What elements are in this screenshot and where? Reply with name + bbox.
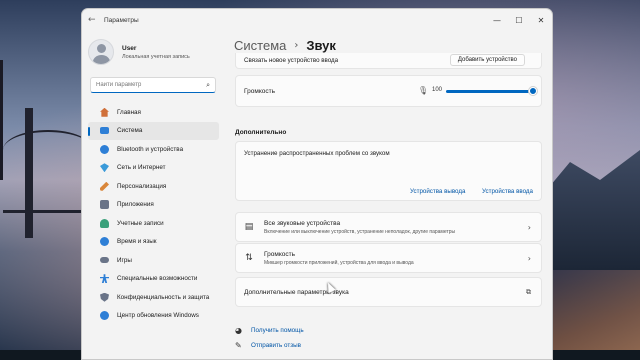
sidebar-item-label: Система: [117, 127, 143, 135]
sidebar-item-system[interactable]: Система: [88, 121, 219, 140]
troubleshoot-output-link[interactable]: Устройства вывода: [410, 188, 465, 195]
send-feedback-label: Отправить отзыв: [251, 342, 301, 349]
devices-icon: ▤: [244, 222, 254, 232]
settings-window: ← Параметры — ☐ ✕ User Локальная учетная…: [81, 8, 553, 360]
volume-slider[interactable]: [446, 87, 537, 95]
page-title: Звук: [306, 37, 336, 53]
wallpaper-road: [540, 270, 640, 360]
sidebar-item-gaming[interactable]: Игры: [88, 251, 219, 270]
minimize-icon[interactable]: —: [486, 9, 508, 31]
section-advanced-title: Дополнительно: [235, 129, 287, 136]
sidebar: User Локальная учетная запись ⌕ Главная …: [82, 31, 222, 359]
sidebar-item-label: Приложения: [117, 201, 154, 209]
search-box[interactable]: ⌕: [90, 77, 216, 93]
search-input[interactable]: [96, 82, 207, 88]
sidebar-item-apps[interactable]: Приложения: [88, 196, 219, 215]
more-sound-settings-row[interactable]: Дополнительные параметры звука ⧉: [235, 277, 542, 307]
sidebar-nav: Главная Система Bluetooth и устройства С…: [82, 103, 222, 325]
wallpaper-bridge: [0, 60, 93, 238]
sidebar-item-time-language[interactable]: Время и язык: [88, 233, 219, 252]
get-help-link[interactable]: ◕ Получить помощь: [235, 326, 304, 335]
all-devices-title: Все звуковые устройства: [264, 219, 341, 227]
troubleshoot-input-link[interactable]: Устройства ввода: [482, 188, 533, 195]
sidebar-item-home[interactable]: Главная: [88, 103, 219, 122]
brush-icon: [100, 181, 109, 191]
sidebar-item-label: Центр обновления Windows: [117, 312, 199, 320]
apps-icon: [100, 200, 109, 210]
mixer-title: Громкость: [264, 250, 295, 258]
close-icon[interactable]: ✕: [530, 9, 552, 31]
volume-mixer-row[interactable]: ⇅ Громкость Микшер громкости приложений,…: [235, 243, 542, 273]
add-device-button[interactable]: Добавить устройство: [449, 54, 525, 66]
feedback-icon: ✎: [235, 341, 242, 350]
sidebar-item-label: Bluetooth и устройства: [117, 145, 184, 153]
user-profile[interactable]: User Локальная учетная запись: [82, 31, 222, 73]
external-link-icon: ⧉: [526, 287, 531, 296]
breadcrumb-parent[interactable]: Система: [234, 38, 286, 53]
microphone-icon[interactable]: 🎙: [418, 86, 428, 95]
gamepad-icon: [100, 257, 109, 264]
sidebar-item-label: Игры: [117, 256, 132, 264]
home-icon: [100, 107, 109, 117]
network-icon: [100, 163, 109, 173]
title-bar: ← Параметры — ☐ ✕: [82, 9, 552, 31]
sidebar-item-personalization[interactable]: Персонализация: [88, 177, 219, 196]
mixer-subtitle: Микшер громкости приложений, устройства …: [264, 259, 414, 266]
chevron-right-icon: ›: [527, 253, 531, 263]
maximize-icon[interactable]: ☐: [508, 9, 530, 31]
sidebar-item-label: Главная: [117, 108, 141, 116]
sidebar-item-network[interactable]: Сеть и Интернет: [88, 159, 219, 178]
mixer-icon: ⇅: [245, 253, 253, 263]
sidebar-item-accounts[interactable]: Учетные записи: [88, 214, 219, 233]
sidebar-item-label: Специальные возможности: [117, 275, 198, 283]
get-help-label: Получить помощь: [251, 327, 304, 334]
sidebar-item-label: Сеть и Интернет: [117, 164, 166, 172]
troubleshoot-card: Устранение распространенных проблем со з…: [235, 141, 542, 201]
volume-label: Громкость: [244, 87, 275, 95]
send-feedback-link[interactable]: ✎ Отправить отзыв: [235, 341, 301, 350]
sidebar-item-windows-update[interactable]: Центр обновления Windows: [88, 307, 219, 326]
main-content: Система › Звук Связать новое устройство …: [232, 31, 552, 359]
sidebar-item-privacy[interactable]: Конфиденциальность и защита: [88, 288, 219, 307]
search-icon[interactable]: ⌕: [206, 81, 210, 90]
accessibility-icon: [100, 274, 109, 284]
sidebar-item-label: Персонализация: [117, 182, 167, 190]
breadcrumb-separator: ›: [294, 39, 299, 51]
troubleshoot-label: Устранение распространенных проблем со з…: [244, 150, 390, 157]
account-icon: [100, 218, 109, 228]
sidebar-item-label: Время и язык: [117, 238, 157, 246]
volume-slider-thumb[interactable]: [529, 87, 537, 95]
sidebar-item-label: Учетные записи: [117, 219, 164, 227]
all-sound-devices-row[interactable]: ▤ Все звуковые устройства Включение или …: [235, 212, 542, 242]
window-title: Параметры: [104, 16, 139, 24]
update-icon: [100, 311, 109, 321]
input-volume-row: Громкость 🎙 100: [235, 75, 542, 107]
sidebar-item-bluetooth[interactable]: Bluetooth и устройства: [88, 140, 219, 159]
sidebar-item-label: Конфиденциальность и защита: [117, 293, 210, 301]
bluetooth-icon: [100, 144, 109, 154]
chevron-right-icon: ›: [527, 222, 531, 232]
connect-input-label: Связать новое устройство ввода: [244, 57, 339, 64]
shield-icon: [100, 292, 109, 302]
connect-input-device-row: Связать новое устройство ввода Добавить …: [235, 53, 542, 69]
back-arrow-icon[interactable]: ←: [88, 15, 104, 25]
sidebar-item-accessibility[interactable]: Специальные возможности: [88, 270, 219, 289]
avatar: [88, 39, 114, 65]
user-name: User: [122, 44, 137, 52]
help-icon: ◕: [235, 326, 242, 335]
all-devices-subtitle: Включение или выключение устройств, устр…: [264, 228, 456, 235]
volume-value: 100: [432, 87, 443, 93]
user-account-type: Локальная учетная запись: [122, 53, 190, 60]
system-icon: [100, 127, 109, 135]
globe-clock-icon: [100, 237, 109, 247]
